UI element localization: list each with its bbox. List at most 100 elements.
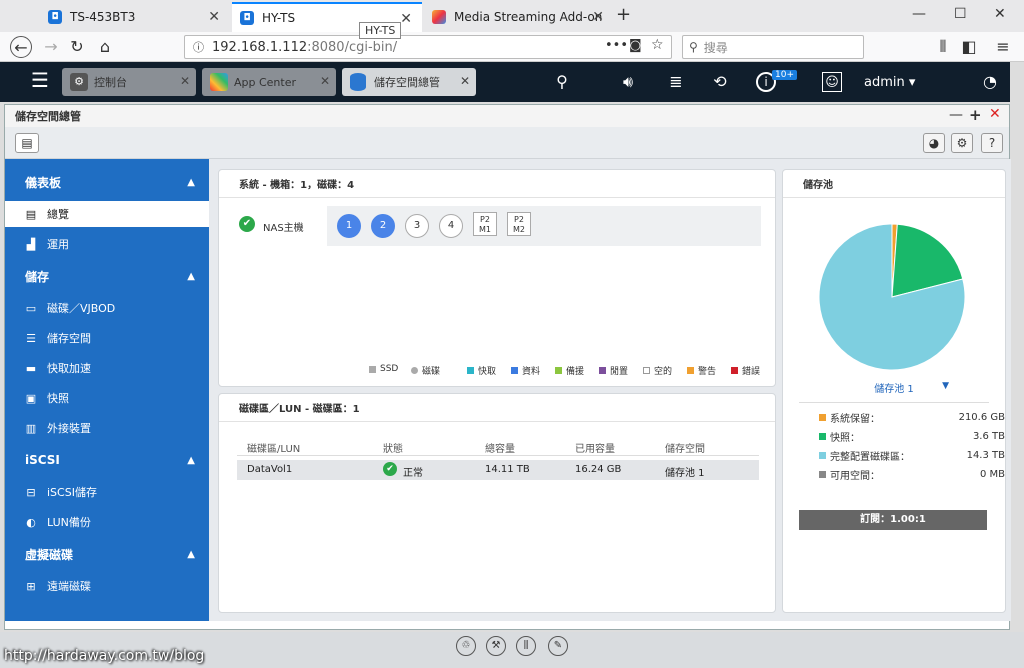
qts-tab-control-panel[interactable]: ⚙ 控制台 ✕ [62,68,196,96]
sidebar-item-cache[interactable]: ▬ 快取加速 [5,355,209,381]
home-icon[interactable]: ⌂ [94,36,116,58]
sidebar-item-iscsi[interactable]: ⊟ iSCSI儲存 [5,479,209,505]
close-tab-icon[interactable]: ✕ [592,9,604,25]
disk-slot[interactable]: 4 [439,214,463,238]
sidebar-item-external-device[interactable]: ▥ 外接裝置 [5,415,209,441]
qvr-icon[interactable]: ◕ [923,133,945,153]
dashboard-gauge-icon[interactable]: ◔ [980,72,1000,92]
close-tab-icon[interactable]: ✕ [180,74,190,88]
menu-icon[interactable]: ≡ [992,36,1014,58]
sidebar-item-snapshot[interactable]: ▣ 快照 [5,385,209,411]
column-header[interactable]: 已用容量 [575,440,615,455]
volume-icon[interactable]: 🔊︎ [618,72,638,92]
sidebar-item-stack[interactable]: ☰ 儲存空間 [5,325,209,351]
selected-pool: 儲存池 1 [874,384,914,395]
sidebar-item-label: 外接裝置 [47,422,91,435]
library-icon[interactable]: ⫴ [932,36,954,58]
user-icon[interactable]: ☺ [822,72,842,92]
recycle-icon[interactable]: ♲ [456,636,476,656]
close-tab-icon[interactable]: ✕ [400,11,412,27]
legend-swatch [467,367,474,374]
user-menu[interactable]: admin ▾ [864,75,915,90]
pocket-icon[interactable]: ◙ [629,38,642,53]
sidebar-section[interactable]: iSCSI ▲ [5,447,209,473]
collapse-chevron-icon[interactable]: ▲ [187,177,195,188]
sidebar-section[interactable]: 儀表板 ▲ [5,169,209,195]
system-card-title: 系統 - 機箱：1，磁碟：4 [219,170,775,198]
collapse-chevron-icon[interactable]: ▲ [187,455,195,466]
pool-selector[interactable]: 儲存池 1 ▼ [799,380,989,398]
search-placeholder: 搜尋 [703,40,728,55]
close-tab-icon[interactable]: ✕ [320,74,330,88]
forward-icon[interactable]: → [40,36,62,58]
column-header[interactable]: 磁碟區/LUN [247,440,300,455]
browser-tab-ts453[interactable]: ◘ TS-453BT3 ✕ [40,2,230,32]
url-field[interactable]: ⓘ 192.168.1.112 :8080/cgi-bin/ ••• ◙ ☆ [184,35,672,59]
back-icon[interactable]: ← [10,36,32,58]
table-row[interactable]: DataVol1 ✔ 正常 14.11 TB 16.24 GB 儲存池 1 [237,460,759,480]
disk-slot[interactable]: 3 [405,214,429,238]
sidebar-item-chart[interactable]: ▟ 運用 [5,231,209,257]
close-tab-icon[interactable]: ✕ [208,9,220,25]
search-input[interactable]: ⚲ 搜尋 [682,35,864,59]
sidebar-item-disk[interactable]: ▭ 磁碟／VJBOD [5,295,209,321]
main-menu-icon[interactable]: ☰ [30,70,50,90]
window-close-icon[interactable]: ✕ [989,106,1001,122]
storage-pool-pie-chart [818,223,966,371]
sidebar-item-overview[interactable]: ▤ 總覽 [5,201,209,227]
m2-slot[interactable]: P2 M2 [507,212,531,236]
browser-tab-media[interactable]: Media Streaming Add-on ✕ [424,2,614,32]
sidebar-section[interactable]: 虛擬磁碟 ▲ [5,541,209,567]
notification-badge: 10+ [772,70,797,80]
close-window-icon[interactable]: ✕ [994,6,1006,22]
window-minimize-icon[interactable]: — [949,107,963,123]
columns-icon[interactable]: ⫼ [516,636,536,656]
m2-slot[interactable]: P2 M1 [473,212,497,236]
external-device-icon[interactable]: ⟲ [710,72,730,92]
tools-icon[interactable]: ⚒ [486,636,506,656]
volume-name: DataVol1 [247,464,293,475]
search-icon[interactable]: ⚲ [552,72,572,92]
qts-tab-storage[interactable]: 儲存空間總管 ✕ [342,68,476,96]
pool-legend-item: 完整配置磁碟區： 14.3 TB [819,448,1005,463]
sidebar-item-backup[interactable]: ◐ LUN備份 [5,509,209,535]
minimize-icon[interactable]: — [912,6,926,22]
legend-item: 快取 [467,364,496,377]
legend-swatch [819,413,826,421]
media-favicon-icon [432,10,446,24]
edit-icon[interactable]: ✎ [548,636,568,656]
legend-item: 閒置 [599,364,628,377]
close-tab-icon[interactable]: ✕ [460,74,470,88]
subscription-ratio: 訂閱：1.00:1 [799,510,987,530]
sidebar-section[interactable]: 儲存 ▲ [5,263,209,289]
storage-pool-title: 儲存池 [783,170,1005,198]
sidebar-item-remote-disk[interactable]: ⊞ 遠端磁碟 [5,573,209,599]
maximize-icon[interactable]: ☐ [954,6,967,22]
sidebar-toggle-icon[interactable]: ◧ [958,36,980,58]
bookmark-star-icon[interactable]: ☆ [651,37,664,53]
reload-icon[interactable]: ↻ [66,36,88,58]
new-tab-icon[interactable]: + [616,4,631,25]
disk-slot[interactable]: 1 [337,214,361,238]
column-header[interactable]: 狀態 [383,440,403,455]
column-header[interactable]: 儲存空間 [665,440,705,455]
column-header[interactable]: 總容量 [485,440,515,455]
disk-slot[interactable]: 2 [371,214,395,238]
sidebar-toggle-icon[interactable]: ▤ [15,133,39,153]
qts-tab-app-center[interactable]: App Center ✕ [202,68,336,96]
external-device-icon: ▥ [25,421,37,435]
slot-label: M1 [479,225,491,234]
background-tasks-icon[interactable]: ≣ [666,72,686,92]
help-icon[interactable]: ? [981,133,1003,153]
more-actions-icon[interactable]: ••• [605,38,628,53]
legend-item: 空的 [643,364,672,377]
settings-gear-icon[interactable]: ⚙ [951,133,973,153]
divider [799,402,989,403]
info-icon[interactable]: ⓘ [193,39,204,55]
volume-card: 磁碟區／LUN - 磁碟區：1 磁碟區/LUN 狀態 總容量 已用容量 儲存空間 Dat… [218,393,776,613]
collapse-chevron-icon[interactable]: ▲ [187,549,195,560]
collapse-chevron-icon[interactable]: ▲ [187,271,195,282]
system-card: 系統 - 機箱：1，磁碟：4 ✔ NAS主機 1 2 3 4 P2 M1 P2 M2 SSD 磁… [218,169,776,387]
legend-swatch [411,367,418,374]
window-maximize-icon[interactable]: + [969,106,982,124]
